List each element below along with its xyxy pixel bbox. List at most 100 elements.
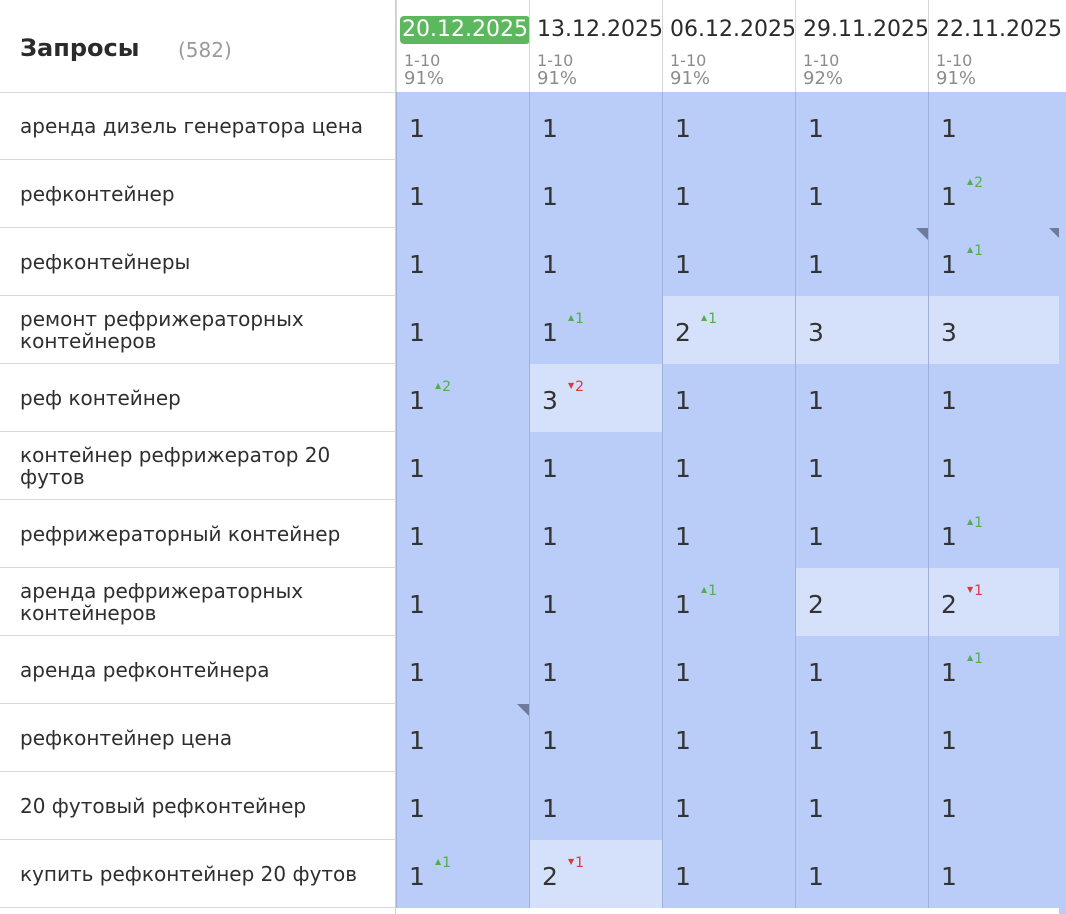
date-column-header[interactable]: 20.12.2025 1-10 91% (396, 0, 530, 92)
position-cell[interactable]: 1 (396, 500, 529, 568)
position-cell[interactable]: 1 (529, 160, 662, 228)
position-cell[interactable]: 1 (662, 840, 795, 908)
position-cell[interactable]: 1 (529, 92, 662, 160)
position-cell[interactable]: 1 (662, 704, 795, 772)
query-text[interactable]: ремонт рефрижераторных контейнеров (20, 308, 380, 352)
position-cell[interactable]: 1 (396, 772, 529, 840)
date-column-header[interactable]: 06.12.2025 1-10 91% (662, 0, 796, 92)
position-cell[interactable]: 1 (396, 228, 529, 296)
date-label[interactable]: 20.12.2025 (400, 16, 530, 44)
position-cell[interactable]: 1 ▲1 (396, 840, 529, 908)
position-cell[interactable]: 1 (529, 704, 662, 772)
table-header: Запросы (582) 20.12.2025 1-10 91% 13.12.202… (0, 0, 1066, 93)
position-cell[interactable]: 1 (795, 636, 928, 704)
position-cell[interactable]: 1 (662, 772, 795, 840)
query-text[interactable]: 20 футовый рефконтейнер (20, 795, 380, 817)
position-cell[interactable]: 1 ▲1 (928, 636, 1061, 704)
position-cell[interactable]: 1 (928, 364, 1061, 432)
change-value: 1 (974, 583, 984, 599)
position-cell[interactable]: 2 ▲1 (662, 296, 795, 364)
arrow-down-icon: ▼ (568, 381, 575, 390)
date-label[interactable]: 29.11.2025 (801, 16, 931, 44)
arrow-down-icon: ▼ (967, 585, 974, 594)
position-cell[interactable]: 1 (662, 432, 795, 500)
position-cell[interactable]: 1 ▲2 (396, 364, 529, 432)
query-text[interactable]: рефконтейнер цена (20, 727, 380, 749)
position-cell[interactable]: 1 ▲2 (928, 160, 1061, 228)
date-column-header[interactable]: 29.11.2025 1-10 92% (795, 0, 929, 92)
position-cell[interactable]: 1 ▲1 (662, 568, 795, 636)
position-up-change: ▲2 (967, 174, 983, 191)
change-value: 2 (974, 175, 984, 191)
position-cell[interactable]: 1 (662, 92, 795, 160)
query-text[interactable]: рефрижераторный контейнер (20, 523, 380, 545)
table-row: реф контейнер 1 ▲2 3 ▼2 1 1 1 (0, 364, 1066, 432)
position-cell[interactable]: 1 (529, 432, 662, 500)
position-cell[interactable]: 1 (529, 636, 662, 704)
position-cell[interactable]: 1 (396, 296, 529, 364)
position-cell[interactable]: 1 (662, 160, 795, 228)
position-cell[interactable]: 1 (529, 568, 662, 636)
top-percent-value: 91% (537, 68, 578, 89)
top-percent-value: 91% (670, 68, 711, 89)
position-cell[interactable]: 2 ▼1 (529, 840, 662, 908)
position-cell[interactable]: 1 (396, 432, 529, 500)
position-cell[interactable]: 1 (795, 160, 928, 228)
position-cell[interactable]: 1 (795, 364, 928, 432)
position-value: 3 (808, 318, 824, 347)
position-value: 2 (941, 590, 957, 619)
position-cell[interactable]: 1 (795, 228, 928, 296)
position-cell[interactable]: 2 (795, 568, 928, 636)
position-cell[interactable]: 1 (662, 228, 795, 296)
position-cell[interactable]: 1 (396, 92, 529, 160)
arrow-down-icon: ▼ (568, 857, 575, 866)
position-cell[interactable]: 2 ▼1 (928, 568, 1061, 636)
date-label[interactable]: 13.12.2025 (535, 16, 665, 44)
date-column-header[interactable]: 22.11.2025 1-10 91% (928, 0, 1062, 92)
arrow-up-icon: ▲ (701, 313, 708, 322)
query-text[interactable]: аренда дизель генератора цена (20, 115, 380, 137)
position-cell[interactable]: 1 (795, 500, 928, 568)
date-column-header[interactable]: 13.12.2025 1-10 91% (529, 0, 663, 92)
position-cell[interactable]: 1 (662, 636, 795, 704)
position-cell[interactable]: 1 (529, 500, 662, 568)
position-cell[interactable]: 1 (396, 704, 529, 772)
position-cell[interactable]: 1 (795, 704, 928, 772)
query-text[interactable]: рефконтейнеры (20, 251, 380, 273)
position-value: 1 (941, 386, 957, 415)
query-text[interactable]: аренда рефрижераторных контейнеров (20, 580, 380, 624)
page-title: Запросы (20, 34, 140, 62)
position-cell[interactable]: 1 (928, 92, 1061, 160)
query-text[interactable]: контейнер рефрижератор 20 футов (20, 444, 380, 488)
position-cell[interactable]: 1 ▲1 (928, 228, 1061, 296)
position-cell[interactable]: 1 (928, 840, 1061, 908)
query-text[interactable]: реф контейнер (20, 387, 380, 409)
query-text[interactable]: аренда рефконтейнера (20, 659, 380, 681)
position-cell[interactable]: 1 ▲1 (928, 500, 1061, 568)
date-label[interactable]: 22.11.2025 (934, 16, 1064, 44)
position-cell[interactable]: 1 (795, 840, 928, 908)
position-cell[interactable]: 1 (795, 432, 928, 500)
position-cell[interactable]: 1 (662, 500, 795, 568)
position-cell[interactable]: 1 (928, 432, 1061, 500)
position-cell[interactable]: 1 (928, 772, 1061, 840)
position-cell[interactable]: 1 (396, 568, 529, 636)
query-text[interactable]: рефконтейнер (20, 183, 380, 205)
position-cell[interactable]: 1 (529, 228, 662, 296)
position-value: 1 (941, 522, 957, 551)
position-cell[interactable]: 3 ▼2 (529, 364, 662, 432)
position-cell[interactable]: 1 (396, 636, 529, 704)
top-percent-value: 91% (404, 68, 445, 89)
position-cell[interactable]: 1 (396, 160, 529, 228)
position-cell[interactable]: 1 (662, 364, 795, 432)
position-cell[interactable]: 3 (928, 296, 1061, 364)
date-label[interactable]: 06.12.2025 (668, 16, 798, 44)
position-cell[interactable]: 3 (795, 296, 928, 364)
position-cell[interactable]: 1 ▲1 (529, 296, 662, 364)
position-cell[interactable]: 1 (529, 772, 662, 840)
position-cell[interactable]: 1 (795, 92, 928, 160)
position-value: 1 (542, 250, 558, 279)
position-cell[interactable]: 1 (795, 772, 928, 840)
position-cell[interactable]: 1 (928, 704, 1061, 772)
query-text[interactable]: купить рефконтейнер 20 футов (20, 863, 380, 885)
